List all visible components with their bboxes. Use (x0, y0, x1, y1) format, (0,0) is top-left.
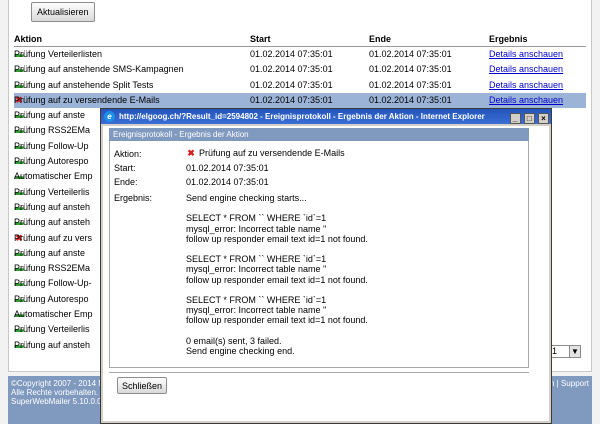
popup-body: Ereignisprotokoll - Ergebnis der Aktion … (103, 126, 549, 421)
cell-start: 01.02.2014 07:35:01 (250, 79, 333, 90)
cell-start: 01.02.2014 07:35:01 (250, 94, 333, 105)
cell-action-text: Prüfung auf anstehende Split Tests (14, 79, 154, 90)
chevron-down-icon: ▼ (569, 346, 580, 357)
window-controls: _ □ × (509, 111, 549, 124)
cell-action-text: Prüfung auf ansteh (14, 217, 91, 228)
close-icon[interactable]: × (538, 113, 549, 124)
popup-title: http://elgoog.ch/?Result_id=2594802 - Er… (119, 112, 485, 121)
details-link[interactable]: Details anschauen (489, 78, 563, 93)
cell-action-text: Automatischer Emp (14, 309, 93, 320)
cell-action-text: Prüfung Verteilerlis (14, 186, 90, 197)
event-log-popup-window: e http://elgoog.ch/?Result_id=2594802 - … (100, 108, 552, 424)
table-row[interactable]: ▬ Prüfung Verteilerlisten 01.02.2014 07:35… (14, 47, 586, 62)
page-select-value: 1 (552, 346, 558, 356)
internet-explorer-icon: e (104, 111, 115, 122)
cell-end: 01.02.2014 07:35:01 (369, 79, 452, 90)
cell-start: 01.02.2014 07:35:01 (250, 49, 333, 59)
header-action[interactable]: Aktion (14, 34, 42, 44)
divider (109, 372, 529, 373)
cell-action-text: Prüfung Verteilerlis (14, 324, 90, 335)
table-row[interactable]: ▬ Prüfung auf anstehende SMS-Kampagnen 01.… (14, 62, 586, 77)
cell-action-text: Prüfung auf zu vers (14, 232, 93, 243)
dialog-content: Aktion: ✖ Prüfung auf zu versendende E-Ma… (109, 141, 529, 368)
action-value-container: ✖ Prüfung auf zu versendende E-Mails (186, 148, 345, 159)
action-value: Prüfung auf zu versendende E-Mails (199, 148, 345, 158)
cell-action-text: Prüfung Follow-Up (14, 140, 89, 151)
cell-start: 01.02.2014 07:35:01 (250, 64, 333, 75)
details-link[interactable]: Details anschauen (489, 47, 563, 62)
table-header: Aktion Start Ende Ergebnis (14, 34, 586, 47)
cell-end: 01.02.2014 07:35:01 (369, 94, 452, 105)
close-button[interactable]: Schließen (117, 377, 168, 394)
cell-action-text: Prüfung auf ansteh (14, 201, 91, 212)
maximize-icon[interactable]: □ (523, 113, 535, 124)
cell-action-text: Prüfung RSS2EMa (14, 125, 91, 136)
cell-action-text: Prüfung RSS2EMa (14, 263, 91, 274)
cell-action-text: Prüfung Follow-Up- (14, 278, 92, 289)
page-select[interactable]: 1 ▼ (548, 345, 581, 358)
details-link[interactable]: Details anschauen (489, 93, 563, 108)
dialog-header: Ereignisprotokoll - Ergebnis der Aktion (109, 128, 529, 141)
refresh-button[interactable]: Aktualisieren (31, 2, 95, 22)
cell-action-text: Automatischer Emp (14, 171, 93, 182)
start-value: 01.02.2014 07:35:01 (186, 163, 269, 173)
footer-support-link[interactable]: n | Support (550, 379, 589, 388)
cell-action-text: Prüfung auf zu versendende E-Mails (14, 94, 160, 105)
start-label: Start: (114, 163, 136, 173)
cell-end: 01.02.2014 07:35:01 (369, 49, 452, 59)
cell-action-text: Prüfung auf anstehende SMS-Kampagnen (14, 64, 184, 75)
result-label: Ergebnis: (114, 193, 153, 203)
red-x-icon: ✖ (187, 148, 195, 158)
result-log-text: Send engine checking starts... SELECT * … (186, 193, 368, 357)
table-row[interactable]: ▬ Prüfung auf anstehende Split Tests 01.02… (14, 78, 586, 93)
header-start[interactable]: Start (250, 34, 271, 44)
cell-action-text: Prüfung auf ansteh (14, 339, 91, 350)
cell-action-text: Prüfung Autorespo (14, 293, 89, 304)
cell-action-text: Prüfung auf anste (14, 247, 86, 258)
cell-end: 01.02.2014 07:35:01 (369, 64, 452, 75)
header-end[interactable]: Ende (369, 34, 391, 44)
cell-action-text: Prüfung Verteilerlisten (14, 49, 103, 59)
action-label: Aktion: (114, 149, 142, 159)
end-label: Ende: (114, 177, 138, 187)
cell-action-text: Prüfung auf anste (14, 110, 86, 121)
header-result[interactable]: Ergebnis (489, 34, 528, 44)
minimize-icon[interactable]: _ (509, 113, 521, 124)
popup-title-bar[interactable]: e http://elgoog.ch/?Result_id=2594802 - … (101, 109, 551, 124)
end-value: 01.02.2014 07:35:01 (186, 177, 269, 187)
details-link[interactable]: Details anschauen (489, 62, 563, 77)
cell-action-text: Prüfung Autorespo (14, 156, 89, 167)
table-row[interactable]: ✖ Prüfung auf zu versendende E-Mails 01.02… (14, 92, 586, 109)
